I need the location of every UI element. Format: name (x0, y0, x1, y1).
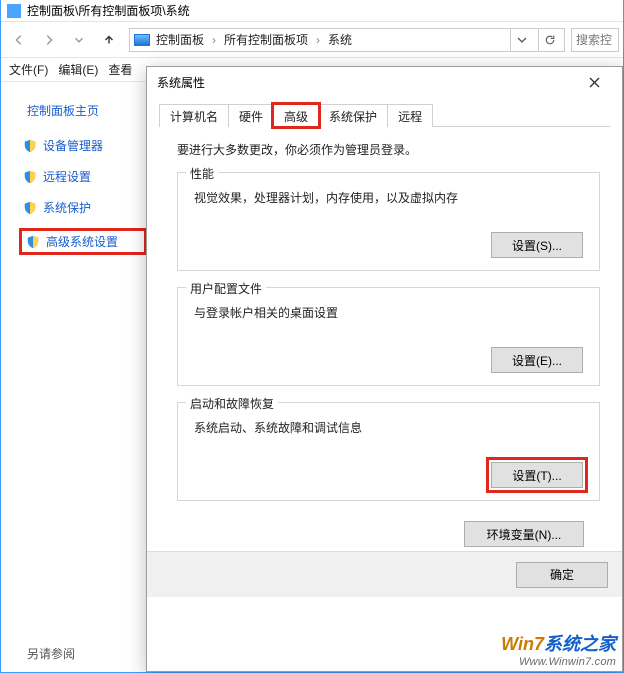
close-button[interactable] (576, 71, 612, 93)
breadcrumb-2[interactable]: 所有控制面板项 (224, 31, 308, 48)
back-button[interactable] (5, 27, 33, 53)
tab-remote[interactable]: 远程 (387, 104, 433, 127)
breadcrumb-3[interactable]: 系统 (328, 31, 352, 48)
nav-toolbar: 控制面板 › 所有控制面板项 › 系统 搜索控 (1, 22, 623, 58)
sidebar-item-label: 系统保护 (43, 199, 91, 216)
sidebar: 控制面板主页 设备管理器 远程设置 系统保护 高级系统设置 另请参阅 (1, 84, 147, 672)
shield-icon (26, 235, 40, 249)
sidebar-item-remote-settings[interactable]: 远程设置 (19, 166, 147, 187)
tab-computer-name[interactable]: 计算机名 (159, 104, 229, 127)
performance-settings-button[interactable]: 设置(S)... (491, 232, 583, 258)
tab-hardware[interactable]: 硬件 (228, 104, 274, 127)
sidebar-item-label: 远程设置 (43, 168, 91, 185)
dialog-footer: 确定 (147, 551, 622, 597)
watermark: Win7系统之家 Www.Winwin7.com (501, 630, 616, 668)
startup-recovery-settings-button[interactable]: 设置(T)... (491, 462, 583, 488)
user-profile-settings-button[interactable]: 设置(E)... (491, 347, 583, 373)
recent-dropdown[interactable] (65, 27, 93, 53)
group-performance: 性能 视觉效果，处理器计划，内存使用，以及虚拟内存 设置(S)... (177, 172, 600, 271)
window-titlebar: 控制面板\所有控制面板项\系统 (1, 0, 623, 22)
close-icon (589, 77, 600, 88)
search-input[interactable]: 搜索控 (571, 28, 619, 52)
window-title: 控制面板\所有控制面板项\系统 (27, 2, 190, 19)
address-bar[interactable]: 控制面板 › 所有控制面板项 › 系统 (129, 28, 565, 52)
environment-variables-button[interactable]: 环境变量(N)... (464, 521, 584, 547)
refresh-button[interactable] (538, 29, 560, 51)
group-desc: 系统启动、系统故障和调试信息 (194, 419, 587, 436)
group-startup-recovery: 启动和故障恢复 系统启动、系统故障和调试信息 设置(T)... (177, 402, 600, 501)
tab-strip: 计算机名 硬件 高级 系统保护 远程 (159, 103, 610, 127)
shield-icon (23, 139, 37, 153)
shield-icon (23, 201, 37, 215)
ok-button[interactable]: 确定 (516, 562, 608, 588)
menu-file[interactable]: 文件(F) (9, 61, 48, 78)
up-button[interactable] (95, 27, 123, 53)
group-title: 启动和故障恢复 (186, 395, 278, 412)
sidebar-item-device-manager[interactable]: 设备管理器 (19, 135, 147, 156)
sidebar-item-label: 高级系统设置 (46, 233, 118, 250)
see-also-label: 另请参阅 (27, 645, 75, 662)
breadcrumb-1[interactable]: 控制面板 (156, 31, 204, 48)
system-properties-dialog: 系统属性 计算机名 硬件 高级 系统保护 远程 要进行大多数更改，你必须作为管理… (146, 66, 623, 672)
group-title: 性能 (186, 165, 218, 182)
menu-edit[interactable]: 编辑(E) (58, 61, 98, 78)
group-desc: 与登录帐户相关的桌面设置 (194, 304, 587, 321)
sidebar-item-label: 设备管理器 (43, 137, 103, 154)
address-dropdown[interactable] (510, 29, 532, 51)
watermark-brand-b: 系统之家 (544, 634, 616, 654)
watermark-url: Www.Winwin7.com (501, 656, 616, 668)
group-user-profiles: 用户配置文件 与登录帐户相关的桌面设置 设置(E)... (177, 287, 600, 386)
search-placeholder: 搜索控 (576, 31, 612, 48)
tab-advanced[interactable]: 高级 (273, 104, 319, 127)
watermark-brand-a: Win7 (501, 634, 544, 654)
dialog-title: 系统属性 (157, 74, 205, 91)
group-title: 用户配置文件 (186, 280, 266, 297)
dialog-titlebar[interactable]: 系统属性 (147, 67, 622, 97)
control-panel-icon (7, 4, 21, 18)
admin-hint: 要进行大多数更改，你必须作为管理员登录。 (177, 141, 600, 158)
tab-system-protection[interactable]: 系统保护 (318, 104, 388, 127)
shield-icon (23, 170, 37, 184)
sidebar-item-system-protection[interactable]: 系统保护 (19, 197, 147, 218)
group-desc: 视觉效果，处理器计划，内存使用，以及虚拟内存 (194, 189, 587, 206)
control-panel-home-link[interactable]: 控制面板主页 (27, 102, 147, 119)
tab-page-advanced: 要进行大多数更改，你必须作为管理员登录。 性能 视觉效果，处理器计划，内存使用，… (159, 127, 610, 551)
sidebar-item-advanced-settings[interactable]: 高级系统设置 (19, 228, 147, 255)
monitor-icon (134, 34, 150, 46)
menu-view[interactable]: 查看 (108, 61, 132, 78)
chevron-right-icon[interactable]: › (314, 33, 322, 47)
forward-button[interactable] (35, 27, 63, 53)
chevron-right-icon[interactable]: › (210, 33, 218, 47)
